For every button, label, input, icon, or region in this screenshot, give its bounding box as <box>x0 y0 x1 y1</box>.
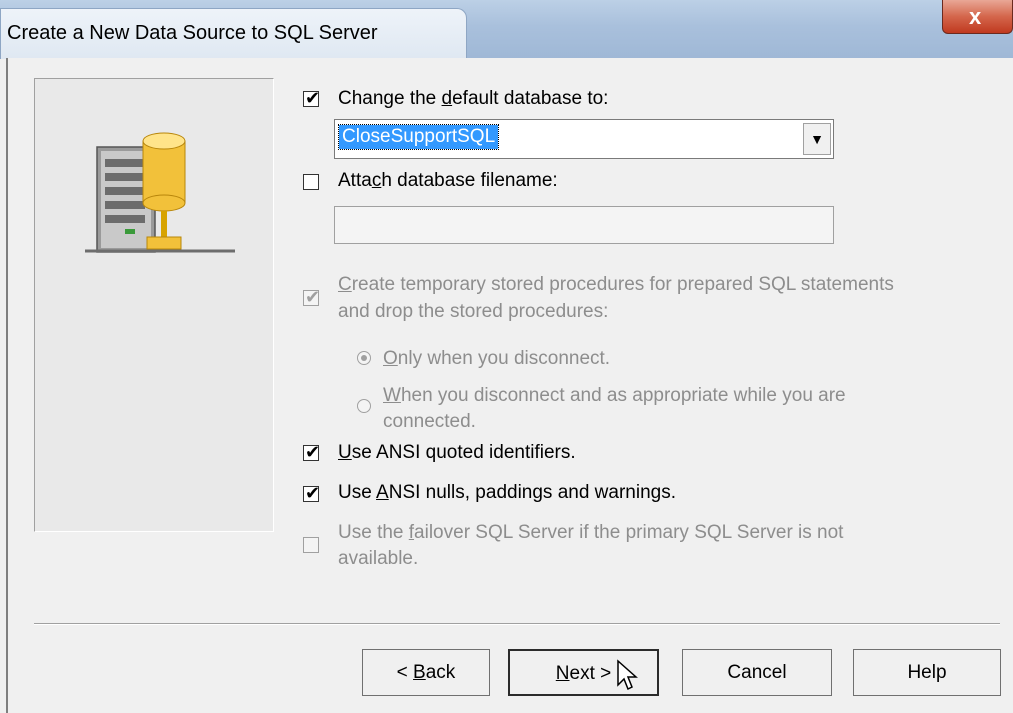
title-tab: Create a New Data Source to SQL Server <box>0 8 467 59</box>
dropdown-arrow-icon[interactable]: ▼ <box>803 123 831 155</box>
mouse-cursor-icon <box>617 659 638 691</box>
help-button[interactable]: Help <box>853 649 1001 696</box>
radio-only-disconnect[interactable] <box>357 351 371 365</box>
ansi-nulls-checkbox[interactable]: ✔ <box>303 483 320 503</box>
separator <box>34 623 1000 625</box>
cancel-button[interactable]: Cancel <box>682 649 832 696</box>
checkmark-icon: ✔ <box>305 88 321 108</box>
ansi-nulls-label: Use ANSI nulls, paddings and warnings. <box>338 482 677 503</box>
database-server-icon <box>85 132 235 253</box>
next-button[interactable]: Next > <box>508 649 659 696</box>
failover-label-line2: available. <box>338 548 419 569</box>
temp-procs-checkbox[interactable]: ✔ <box>303 287 320 307</box>
radio-disconnect-appropriate-label: When you disconnect and as appropriate w… <box>383 385 846 406</box>
ansi-quoted-label: Use ANSI quoted identifiers. <box>338 442 576 463</box>
wizard-image-panel <box>34 78 274 532</box>
radio-disconnect-appropriate[interactable] <box>357 399 371 413</box>
checkmark-icon: ✔ <box>305 287 321 307</box>
radio-dot-icon <box>361 355 367 361</box>
change-default-db-label: Change the default database to: <box>338 88 609 109</box>
attach-db-label: Attach database filename: <box>338 170 558 191</box>
attach-db-checkbox[interactable] <box>303 174 319 190</box>
radio-only-disconnect-label: Only when you disconnect. <box>383 348 611 369</box>
ansi-quoted-checkbox[interactable]: ✔ <box>303 442 320 462</box>
temp-procs-label-line2: and drop the stored procedures: <box>338 301 609 322</box>
close-icon: x <box>969 4 982 29</box>
default-database-value: CloseSupportSQL <box>337 124 500 150</box>
change-default-db-checkbox[interactable]: ✔ <box>303 88 320 108</box>
title-bar: Create a New Data Source to SQL Server x <box>0 0 1013 59</box>
failover-label: Use the failover SQL Server if the prima… <box>338 522 844 543</box>
temp-procs-label: Create temporary stored procedures for p… <box>338 274 894 295</box>
checkmark-icon: ✔ <box>305 483 321 503</box>
failover-checkbox[interactable] <box>303 537 319 553</box>
radio-disconnect-appropriate-label-line2: connected. <box>383 411 476 432</box>
window-title: Create a New Data Source to SQL Server <box>7 22 378 44</box>
close-button[interactable]: x <box>942 0 1013 34</box>
attach-db-filename-input[interactable] <box>334 206 834 244</box>
checkmark-icon: ✔ <box>305 442 321 462</box>
back-button[interactable]: < Back <box>362 649 490 696</box>
default-database-dropdown[interactable]: CloseSupportSQL ▼ <box>334 119 834 159</box>
